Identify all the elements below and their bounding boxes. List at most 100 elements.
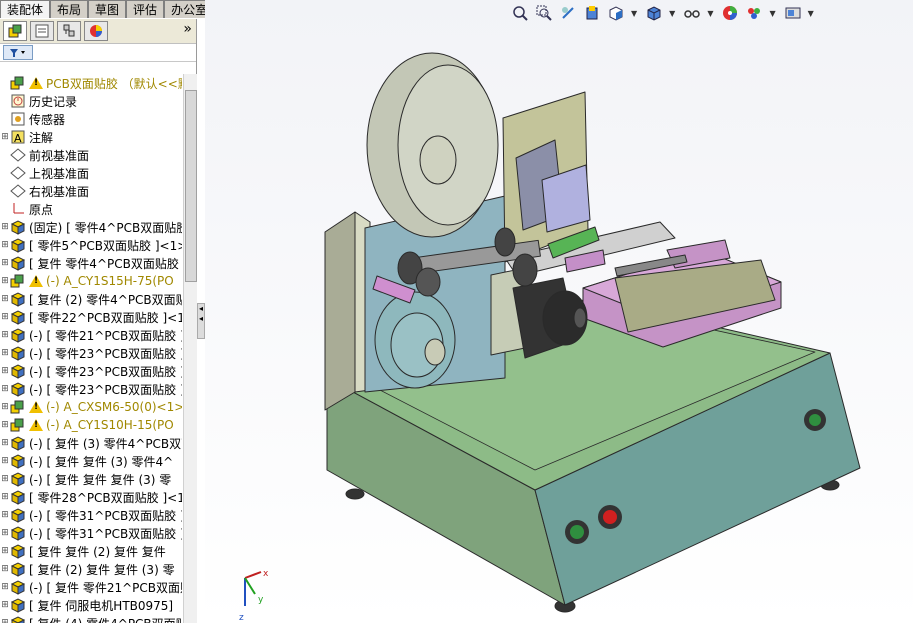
expand-toggle[interactable]: ⊞: [0, 420, 10, 430]
tree-node[interactable]: ⊞ [ 复件 (2) 复件 复件 (3) 零: [0, 560, 182, 578]
expand-toggle[interactable]: ⊞: [0, 618, 10, 623]
tree-node[interactable]: ⊞ (固定) [ 零件4^PCB双面贴胶 ]<1>: [0, 218, 182, 236]
tree-node-label: 传感器: [29, 112, 66, 127]
tree-node[interactable]: ⊞ (-) A_CXSM6-50(0)<1>: [0, 398, 182, 416]
expand-toggle[interactable]: ⊞: [0, 222, 10, 232]
expand-toggle[interactable]: ⊞: [0, 366, 10, 376]
tree-scrollbar[interactable]: [183, 74, 197, 623]
part-icon: [10, 543, 26, 559]
start-button: [570, 525, 584, 539]
tree-node[interactable]: PCB双面贴胶 （默认<<默认>_显示状态 1>）: [0, 74, 182, 92]
tree-node[interactable]: ⊞ (-) [ 零件23^PCB双面贴胶 ]: [0, 380, 182, 398]
expand-toggle[interactable]: ⊞: [0, 312, 10, 322]
svg-text:A: A: [14, 132, 22, 145]
assembly-model[interactable]: x y z: [205, 0, 913, 623]
part-icon: [10, 255, 26, 271]
filter-row: [0, 44, 196, 62]
tree-node[interactable]: 右视基准面: [0, 182, 182, 200]
expand-toggle[interactable]: ⊞: [0, 240, 10, 250]
collapse-panel-button[interactable]: »: [183, 21, 192, 37]
expand-toggle[interactable]: ⊞: [0, 474, 10, 484]
part-icon: [10, 291, 26, 307]
tree-node[interactable]: ⊞ [ 复件 复件 (2) 复件 复件: [0, 542, 182, 560]
tree-node[interactable]: ⊞ [ 复件 (4) 零件4^PCB双面贴胶 ]: [0, 614, 182, 623]
expand-toggle[interactable]: ⊞: [0, 276, 10, 286]
expand-toggle[interactable]: ⊞: [0, 528, 10, 538]
tree-node[interactable]: 原点: [0, 200, 182, 218]
tab-0[interactable]: 装配体: [0, 0, 51, 18]
tree-node[interactable]: 传感器: [0, 110, 182, 128]
tree-node-label: [ 复件 零件4^PCB双面贴胶 ]<1>: [29, 256, 182, 271]
expand-toggle[interactable]: ⊞: [0, 564, 10, 574]
panel-tab-row: »: [0, 19, 196, 44]
tree-node-label: [ 复件 复件 (2) 复件 复件: [29, 544, 166, 559]
upper-reel-hub: [419, 135, 457, 185]
tree-node[interactable]: 前视基准面: [0, 146, 182, 164]
tab-3[interactable]: 评估: [126, 0, 165, 18]
property-manager-tab[interactable]: [30, 21, 54, 41]
tree-node[interactable]: ⊞ (-) [ 零件31^PCB双面贴胶 ]: [0, 524, 182, 542]
tree-node[interactable]: ⊞ (-) [ 复件 复件 复件 (3) 零: [0, 470, 182, 488]
expand-toggle[interactable]: ⊞: [0, 132, 10, 142]
configuration-manager-tab[interactable]: [57, 21, 81, 41]
tree-node[interactable]: ⊞ [ 复件 伺服电机HTB0975]: [0, 596, 182, 614]
expand-toggle[interactable]: ⊞: [0, 258, 10, 268]
tree-node[interactable]: 历史记录: [0, 92, 182, 110]
tree-node[interactable]: ⊞ [ 零件22^PCB双面贴胶 ]<1>: [0, 308, 182, 326]
expand-toggle[interactable]: ⊞: [0, 582, 10, 592]
tree-node[interactable]: ⊞ (-) [ 零件21^PCB双面贴胶 ]: [0, 326, 182, 344]
tree-node[interactable]: ⊞ (-) A_CY1S15H-75(PO: [0, 272, 182, 290]
warning-icon: [29, 275, 43, 287]
property-icon: [35, 24, 49, 38]
feature-manager-panel: » PCB双面贴胶 （默认<<默认>_显示状态 1>） 历史记录传感器 ⊞ A 注解前视…: [0, 19, 197, 623]
stop-button: [603, 510, 617, 524]
tree-node[interactable]: ⊞ [ 复件 (2) 零件4^PCB双面贴胶 ]: [0, 290, 182, 308]
history-icon: [10, 93, 26, 109]
tab-1[interactable]: 布局: [50, 0, 89, 18]
tree-node[interactable]: ⊞ (-) A_CY1S10H-15(PO: [0, 416, 182, 434]
expand-toggle[interactable]: ⊞: [0, 402, 10, 412]
filter-icon[interactable]: [3, 45, 33, 60]
expand-toggle[interactable]: ⊞: [0, 600, 10, 610]
feature-manager-tab[interactable]: [3, 21, 27, 41]
expand-toggle[interactable]: ⊞: [0, 384, 10, 394]
drive-roller: [415, 267, 441, 297]
tree-node[interactable]: ⊞ (-) [ 零件31^PCB双面贴胶 ]: [0, 506, 182, 524]
display-manager-icon: [90, 25, 102, 37]
scrollbar-thumb[interactable]: [185, 90, 197, 282]
expand-toggle[interactable]: ⊞: [0, 510, 10, 520]
expand-toggle[interactable]: ⊞: [0, 438, 10, 448]
tree-node[interactable]: ⊞ [ 复件 零件4^PCB双面贴胶 ]<1>: [0, 254, 182, 272]
part-icon: [10, 471, 26, 487]
tree-node[interactable]: ⊞ (-) [ 复件 复件 (3) 零件4^: [0, 452, 182, 470]
expand-toggle[interactable]: ⊞: [0, 456, 10, 466]
tree-node-label: PCB双面贴胶 （默认<<默认>_显示状态 1>）: [46, 76, 182, 91]
part-icon: [10, 345, 26, 361]
expand-toggle[interactable]: ⊞: [0, 492, 10, 502]
side-wall-front: [324, 211, 356, 411]
expand-toggle[interactable]: ⊞: [0, 330, 10, 340]
tree-node[interactable]: ⊞ (-) [ 复件 零件21^PCB双面贴胶: [0, 578, 182, 596]
tree-node[interactable]: ⊞ (-) [ 零件23^PCB双面贴胶 ]: [0, 362, 182, 380]
tree-node[interactable]: ⊞ (-) [ 复件 (3) 零件4^PCB双面贴胶 ]: [0, 434, 182, 452]
tree-node-label: (-) A_CY1S10H-15(PO: [46, 418, 174, 432]
display-manager-tab[interactable]: [84, 21, 108, 41]
tree-node-label: [ 复件 (2) 零件4^PCB双面贴胶 ]: [29, 292, 182, 307]
tree-node-label: [ 复件 伺服电机HTB0975]: [29, 598, 174, 613]
expand-toggle[interactable]: ⊞: [0, 546, 10, 556]
tree-node[interactable]: ⊞ [ 零件5^PCB双面贴胶 ]<1>: [0, 236, 182, 254]
tree-node[interactable]: ⊞ (-) [ 零件23^PCB双面贴胶 ]: [0, 344, 182, 362]
expand-toggle[interactable]: ⊞: [0, 348, 10, 358]
tree-node-label: (-) [ 零件21^PCB双面贴胶 ]: [29, 328, 182, 343]
tree-node-label: (-) [ 零件31^PCB双面贴胶 ]: [29, 508, 182, 523]
part-icon: [10, 237, 26, 253]
graphics-area[interactable]: ▼ ▼ ▼ ▼ ▼ x y z: [205, 0, 913, 623]
lower-roller-hub: [424, 338, 446, 366]
tree-node[interactable]: 上视基准面: [0, 164, 182, 182]
tab-2[interactable]: 草图: [88, 0, 127, 18]
tree-node-label: 上视基准面: [29, 166, 90, 181]
tree-node[interactable]: ⊞ [ 零件28^PCB双面贴胶 ]<1>: [0, 488, 182, 506]
expand-toggle[interactable]: ⊞: [0, 294, 10, 304]
panel-splitter[interactable]: ◂ ◂: [197, 303, 205, 339]
tree-node[interactable]: ⊞ A 注解: [0, 128, 182, 146]
